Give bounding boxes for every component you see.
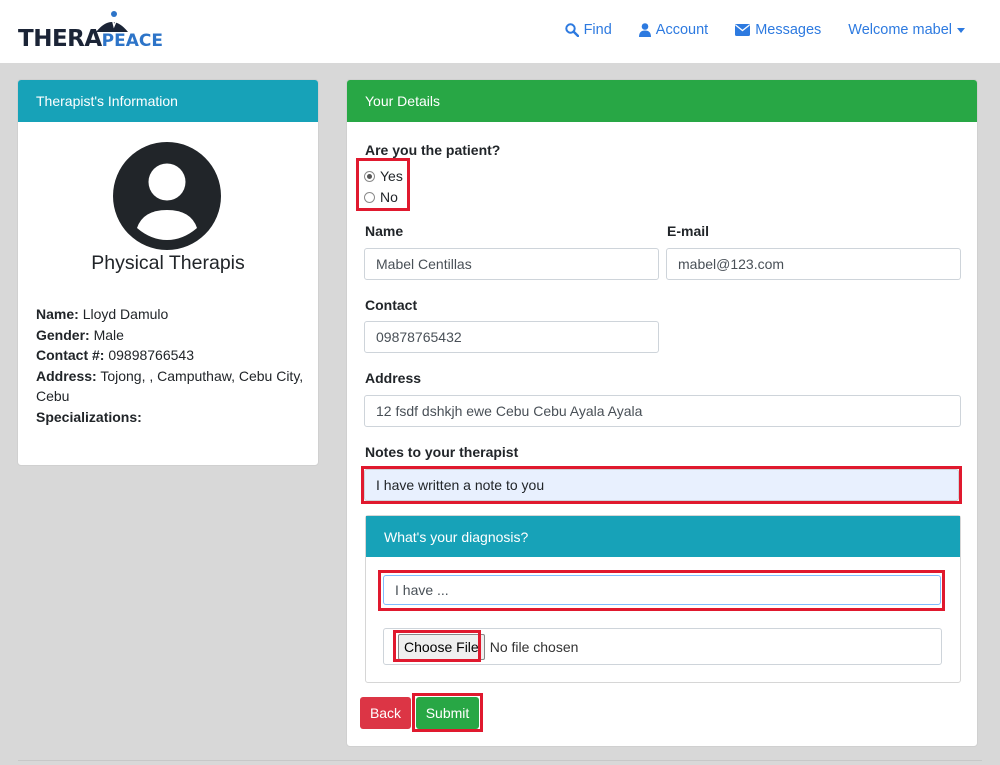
- highlight-box: [361, 466, 962, 504]
- radio-no-label: No: [380, 189, 398, 205]
- caret-down-icon: [957, 27, 965, 33]
- radio-yes[interactable]: Yes: [364, 168, 403, 184]
- patient-question-label: Are you the patient?: [365, 142, 501, 158]
- therapist-contact-row: Contact #: 09898766543: [36, 347, 194, 363]
- radio-yes-control[interactable]: [364, 170, 375, 182]
- name-input[interactable]: Mabel Centillas: [364, 248, 659, 280]
- email-label: E-mail: [667, 223, 710, 239]
- footer-divider: [18, 760, 982, 761]
- therapist-address-row: Address: Tojong, , Camputhaw, Cebu City,…: [36, 367, 304, 405]
- highlight-box: [412, 693, 483, 732]
- nav-find-label: Find: [583, 22, 612, 38]
- address-label: Address: [365, 370, 422, 386]
- therapeace-logo[interactable]: THERAPEACE: [18, 10, 163, 55]
- nav-account-label: Account: [655, 22, 709, 38]
- nav-messages-label: Messages: [755, 22, 822, 38]
- file-status: No file chosen: [489, 638, 579, 655]
- diagnosis-header: What's your diagnosis?: [366, 516, 960, 557]
- envelope-icon: [735, 24, 751, 36]
- your-details-header: Your Details: [347, 80, 977, 122]
- email-input[interactable]: mabel@123.com: [666, 248, 961, 280]
- user-menu-dropdown[interactable]: Welcome mabel: [848, 22, 965, 38]
- welcome-label: Welcome mabel: [848, 22, 952, 38]
- therapist-gender-row: Gender: Male: [36, 326, 124, 343]
- highlight-box: [393, 630, 481, 662]
- therapist-title: Physical Therapis: [91, 252, 245, 274]
- avatar-icon: [113, 142, 221, 250]
- highlight-box: [378, 570, 945, 611]
- address-input[interactable]: 12 fsdf dshkjh ewe Cebu Cebu Ayala Ayala: [364, 395, 961, 427]
- therapist-info-card: Therapist's Information Physical Therapi…: [17, 79, 319, 466]
- back-button[interactable]: Back: [360, 697, 411, 729]
- navbar: THERAPEACE Find Account Messages Welcome…: [0, 0, 1000, 63]
- nav-account-link[interactable]: Account: [638, 22, 709, 38]
- therapist-name-row: Name: Lloyd Damulo: [36, 306, 169, 322]
- radio-no[interactable]: No: [364, 189, 398, 205]
- your-details-card: Your Details Are you the patient? Yes No…: [346, 79, 978, 747]
- search-icon: [564, 23, 579, 37]
- therapist-details: Name: Lloyd Damulo Gender: Male Contact …: [36, 304, 306, 427]
- therapist-specializations-row: Specializations:: [36, 408, 142, 425]
- user-icon: [638, 23, 651, 37]
- contact-label: Contact: [365, 297, 418, 313]
- nav-messages-link[interactable]: Messages: [735, 22, 821, 38]
- notes-label: Notes to your therapist: [365, 444, 519, 460]
- therapist-info-header: Therapist's Information: [18, 80, 318, 122]
- radio-yes-label: Yes: [380, 168, 403, 184]
- radio-no-control[interactable]: [364, 191, 375, 203]
- logo-text: THERAPEACE: [18, 26, 163, 52]
- contact-input[interactable]: 09878765432: [364, 321, 659, 353]
- nav-find-link[interactable]: Find: [564, 22, 612, 38]
- name-label: Name: [365, 223, 404, 239]
